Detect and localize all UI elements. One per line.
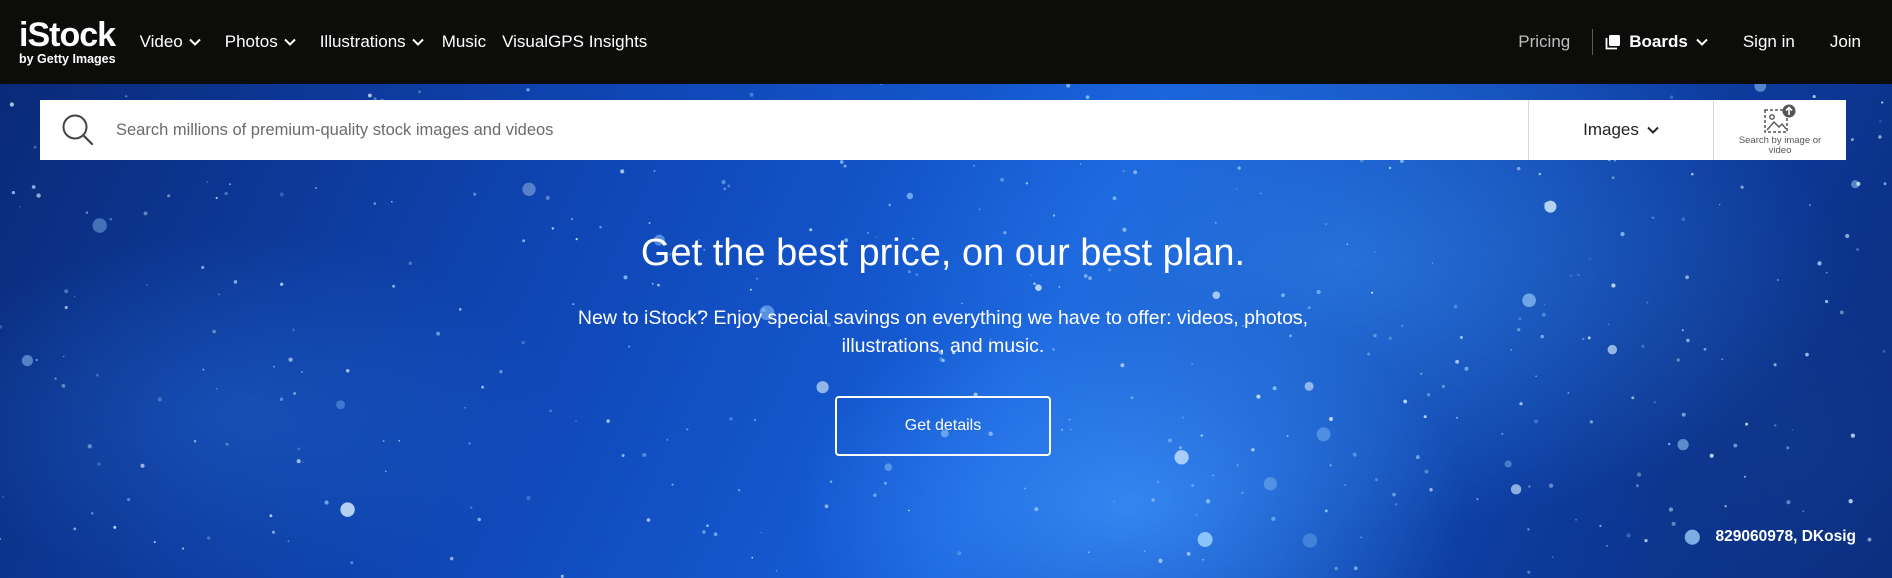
logo-wordmark: iStock <box>19 16 116 55</box>
nav-item-label: Photos <box>224 32 278 51</box>
search-icon <box>62 114 94 146</box>
hero-banner: Images Search by image or video Get the … <box>0 84 1892 578</box>
logo-tagline: by Getty Images <box>19 52 116 67</box>
pricing-link[interactable]: Pricing <box>1518 32 1570 52</box>
nav-item-label: Illustrations <box>319 32 406 51</box>
top-navigation-bar: iStock by Getty Images Video Photos Illu… <box>0 0 1892 84</box>
nav-item-label: Music <box>441 32 487 51</box>
chevron-down-icon <box>411 38 424 46</box>
nav-item-photos[interactable]: Photos <box>225 32 296 52</box>
media-type-label: Images <box>1583 120 1639 139</box>
join-link[interactable]: Join <box>1830 32 1861 52</box>
get-details-button[interactable]: Get details <box>835 396 1051 456</box>
chevron-down-icon <box>1696 38 1708 46</box>
image-upload-icon <box>1764 104 1796 133</box>
chevron-down-icon <box>189 38 201 46</box>
hero-headline: Get the best price, on our best plan. <box>640 232 1246 274</box>
istock-logo[interactable]: iStock by Getty Images <box>19 18 116 66</box>
account-nav: Pricing Boards Sign in Join <box>1518 0 1861 84</box>
nav-item-video[interactable]: Video <box>140 32 201 52</box>
boards-menu[interactable]: Boards <box>1605 32 1708 52</box>
hero-subtext: New to iStock? Enjoy special savings on … <box>577 307 1309 357</box>
chevron-down-icon <box>1647 126 1659 134</box>
sign-in-link[interactable]: Sign in <box>1743 32 1795 52</box>
nav-divider <box>1592 29 1594 55</box>
search-button[interactable] <box>40 100 116 160</box>
nav-item-music[interactable]: Music <box>442 32 486 52</box>
search-by-image-button[interactable]: Search by image or video <box>1713 100 1846 160</box>
search-bar: Images Search by image or video <box>40 100 1846 160</box>
nav-item-visualgps-insights[interactable]: VisualGPS Insights <box>502 32 647 52</box>
search-by-image-label: Search by image or video <box>1738 135 1822 156</box>
nav-item-label: Video <box>139 32 183 51</box>
nav-item-label: VisualGPS Insights <box>502 32 648 51</box>
boards-icon <box>1605 35 1621 50</box>
chevron-down-icon <box>283 38 296 46</box>
boards-label: Boards <box>1629 32 1688 51</box>
search-input[interactable] <box>116 100 1528 160</box>
media-type-select[interactable]: Images <box>1528 100 1713 160</box>
image-credit: 829060978, DKosig <box>1715 528 1856 545</box>
nav-item-illustrations[interactable]: Illustrations <box>320 32 424 52</box>
main-nav: Video Photos Illustrations Music VisualG… <box>140 32 648 52</box>
